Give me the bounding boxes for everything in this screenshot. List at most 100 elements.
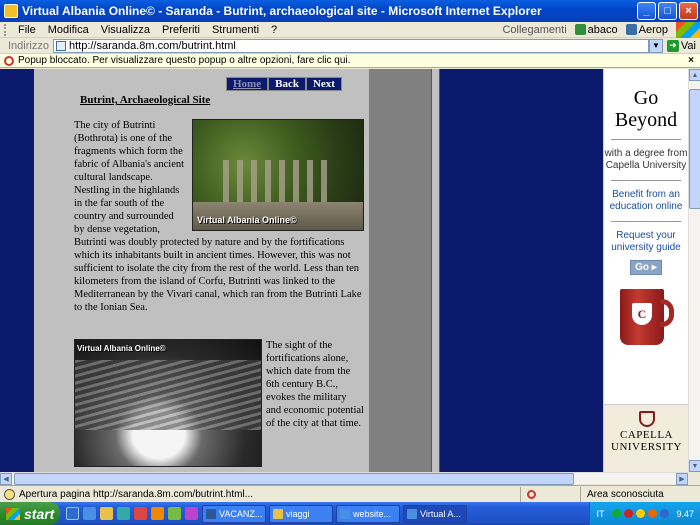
play-arrow-icon: ▸ <box>649 262 657 273</box>
vertical-scrollbar[interactable]: ▲ ▼ <box>688 69 700 472</box>
popup-message: Popup bloccato. Per visualizzare questo … <box>18 55 351 66</box>
address-url: http://saranda.8m.com/butrint.html <box>68 39 236 52</box>
frame-divider[interactable] <box>431 69 440 472</box>
messenger-icon[interactable] <box>648 509 658 518</box>
infobar-close-icon[interactable]: × <box>688 55 700 66</box>
ad-headline: Go Beyond <box>614 87 678 131</box>
link-aerop[interactable]: Aerop <box>622 24 672 36</box>
address-dropdown-icon[interactable]: ▼ <box>648 38 663 53</box>
volume-icon[interactable] <box>636 509 646 518</box>
nav-home-link[interactable]: Home <box>226 77 269 91</box>
status-text: Apertura pagina http://saranda.8m.com/bu… <box>19 488 254 500</box>
main-column: Home Back Next Butrint, Archaeological S… <box>34 69 369 472</box>
system-tray: IT 9.47 <box>589 502 700 525</box>
page-viewport: Home Back Next Butrint, Archaeological S… <box>0 69 688 472</box>
taskbar: start VACANZ... viaggi website... Virtua… <box>0 502 700 525</box>
ie-quick-icon[interactable] <box>83 507 96 520</box>
scroll-left-icon[interactable]: ◀ <box>0 473 12 485</box>
ad-link-benefit[interactable]: Benefit from an education online <box>604 189 688 213</box>
nav-next-link[interactable]: Next <box>305 77 342 91</box>
window-title: Virtual Albania Online© - Saranda - Butr… <box>22 4 542 18</box>
go-button[interactable]: ➜ Vai <box>663 39 700 52</box>
ad-go-button[interactable]: Go ▸ <box>630 260 662 275</box>
paragraph-1: Virtual Albania Online© The city of Butr… <box>74 119 364 314</box>
app-quick-icon[interactable] <box>134 507 147 520</box>
extra-quick-icon[interactable] <box>185 507 198 520</box>
page-frame-strip <box>369 69 431 472</box>
scroll-down-icon[interactable]: ▼ <box>689 460 700 472</box>
menu-help[interactable]: ? <box>265 24 283 36</box>
blocked-icon <box>4 55 14 66</box>
photo-caption: Virtual Albania Online© <box>197 215 297 225</box>
nav-buttons: Home Back Next <box>226 77 342 91</box>
scroll-right-icon[interactable]: ▶ <box>676 473 688 485</box>
ad-subtitle: with a degree from Capella University <box>604 148 688 171</box>
mug-image: C <box>616 285 676 355</box>
popup-blocked-bar[interactable]: Popup bloccato. Per visualizzare questo … <box>0 54 700 68</box>
language-indicator[interactable]: IT <box>596 509 604 519</box>
word-icon <box>206 508 216 519</box>
link-icon <box>625 24 637 35</box>
antivirus-icon[interactable] <box>624 509 634 518</box>
ie-icon <box>4 4 18 18</box>
horizontal-scroll-thumb[interactable] <box>14 473 574 485</box>
close-button[interactable]: × <box>679 2 698 20</box>
ie-task-icon <box>407 508 417 519</box>
start-button[interactable]: start <box>0 502 60 525</box>
update-icon[interactable] <box>660 509 670 518</box>
links-label: Collegamenti <box>502 23 567 36</box>
task-virtual-albania[interactable]: Virtual A... <box>403 504 467 523</box>
zone-segment: Area sconosciuta <box>580 486 700 502</box>
scroll-up-icon[interactable]: ▲ <box>689 69 700 81</box>
status-segment <box>520 486 580 502</box>
paragraph-2: Virtual Albania Online© The sight of the… <box>74 339 364 469</box>
ad-brand: CAPELLA UNIVERSITY <box>611 429 682 453</box>
shield-icon: C <box>632 303 652 325</box>
ad-footer: CAPELLA UNIVERSITY <box>604 404 688 472</box>
link-abaco[interactable]: abaco <box>571 24 622 36</box>
photo-caption: Virtual Albania Online© <box>77 344 166 353</box>
network-icon[interactable] <box>612 509 622 518</box>
windows-logo-icon <box>676 21 700 38</box>
vertical-scroll-thumb[interactable] <box>689 89 700 209</box>
folder-icon <box>273 508 283 519</box>
page-heading: Butrint, Archaeological Site <box>80 94 211 106</box>
mail-quick-icon[interactable] <box>117 507 130 520</box>
menu-visualizza[interactable]: Visualizza <box>95 24 156 36</box>
tool-quick-icon[interactable] <box>168 507 181 520</box>
clock[interactable]: 9.47 <box>676 509 694 519</box>
maximize-button[interactable]: □ <box>658 2 677 20</box>
capella-advertisement[interactable]: Go Beyond with a degree from Capella Uni… <box>603 69 688 472</box>
menu-file[interactable]: File <box>12 24 42 36</box>
nav-back-link[interactable]: Back <box>268 77 306 91</box>
address-label: Indirizzo <box>8 39 49 52</box>
folder-quick-icon[interactable] <box>100 507 113 520</box>
task-viaggi[interactable]: viaggi <box>269 504 333 523</box>
address-bar: Indirizzo http://saranda.8m.com/butrint.… <box>0 38 700 54</box>
menu-strumenti[interactable]: Strumenti <box>206 24 265 36</box>
go-arrow-icon: ➜ <box>666 39 679 52</box>
status-bar: Apertura pagina http://saranda.8m.com/bu… <box>0 485 700 502</box>
ie-task-icon <box>340 508 350 519</box>
windows-flag-icon <box>6 507 20 520</box>
task-website[interactable]: website... <box>336 504 400 523</box>
task-vacanz[interactable]: VACANZ... <box>202 504 266 523</box>
media-quick-icon[interactable] <box>151 507 164 520</box>
ad-link-request[interactable]: Request your university guide <box>604 230 688 254</box>
menu-bar: File Modifica Visualizza Preferiti Strum… <box>0 21 700 38</box>
zone-text: Area sconosciuta <box>587 488 664 500</box>
menu-preferiti[interactable]: Preferiti <box>156 24 206 36</box>
minimize-button[interactable]: _ <box>637 2 656 20</box>
desktop-icon[interactable] <box>66 507 79 520</box>
popup-blocked-icon <box>527 489 536 499</box>
toolbar-grip[interactable] <box>4 23 8 36</box>
amphitheatre-photo: Virtual Albania Online© <box>74 339 262 467</box>
menu-modifica[interactable]: Modifica <box>42 24 95 36</box>
horizontal-scrollbar[interactable]: ◀ ▶ <box>0 472 688 485</box>
address-input[interactable]: http://saranda.8m.com/butrint.html <box>52 38 649 53</box>
link-icon <box>574 24 586 35</box>
page-icon <box>55 40 66 51</box>
title-bar: Virtual Albania Online© - Saranda - Butr… <box>0 0 700 22</box>
capella-logo-icon <box>638 411 655 427</box>
loading-icon <box>4 488 15 500</box>
